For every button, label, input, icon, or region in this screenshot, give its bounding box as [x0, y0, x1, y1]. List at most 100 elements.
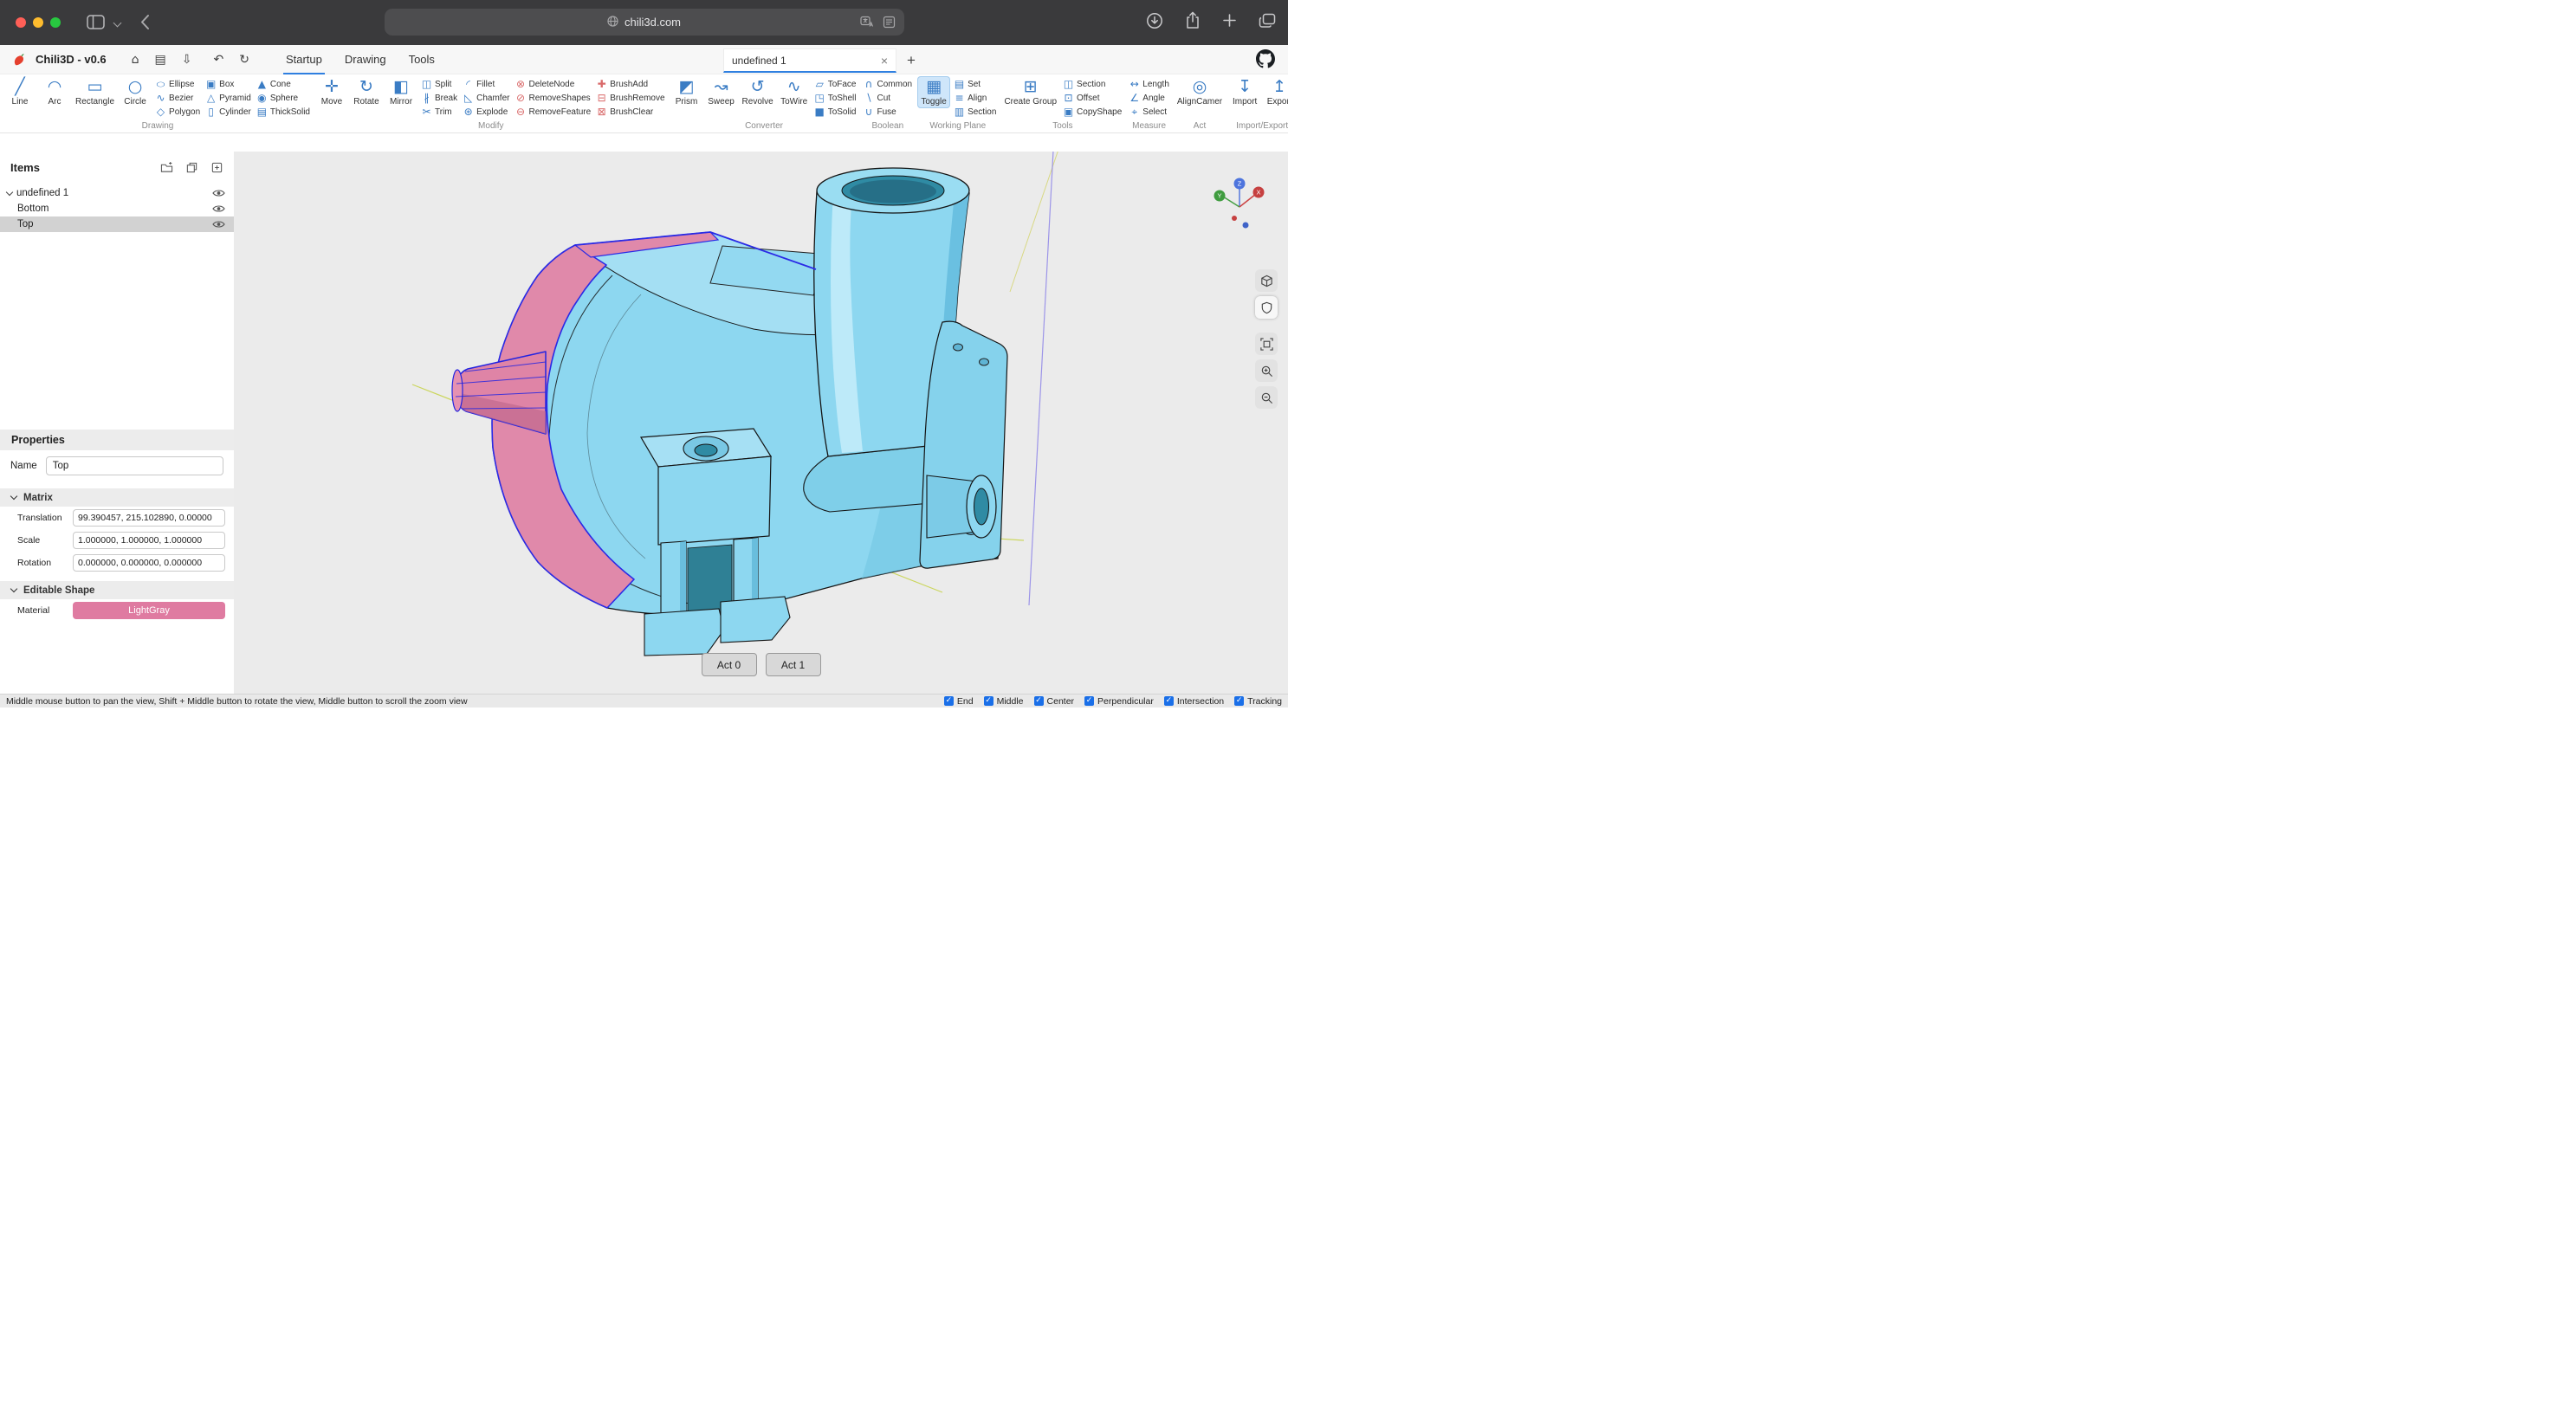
- snap-center[interactable]: ✓Center: [1034, 696, 1075, 707]
- github-icon[interactable]: [1256, 49, 1275, 68]
- new-tab-icon[interactable]: [1222, 13, 1237, 32]
- snap-middle[interactable]: ✓Middle: [984, 696, 1024, 707]
- eye-icon[interactable]: [212, 189, 225, 197]
- new-document-button[interactable]: +: [907, 49, 916, 72]
- ribbon-button-rotate[interactable]: ↻Rotate: [350, 76, 383, 108]
- eye-icon[interactable]: [212, 220, 225, 229]
- axis-neg-x[interactable]: [1232, 216, 1237, 221]
- zoom-button[interactable]: [50, 17, 61, 28]
- ribbon-button-align[interactable]: ≡Align: [952, 92, 998, 105]
- reader-icon[interactable]: [883, 16, 896, 31]
- ribbon-button-cylinder[interactable]: ▯Cylinder: [204, 106, 253, 119]
- ribbon-button-rectangle[interactable]: ▭Rectangle: [73, 76, 117, 108]
- property-input-rotation[interactable]: [73, 554, 225, 572]
- tree-item-bottom[interactable]: Bottom: [0, 201, 234, 216]
- ribbon-button-split[interactable]: ◫Split: [419, 78, 459, 91]
- ribbon-button-tosolid[interactable]: ■ToSolid: [812, 106, 858, 119]
- ribbon-button-removefeature[interactable]: ⊖RemoveFeature: [513, 106, 592, 119]
- model-boss-front[interactable]: [658, 456, 771, 545]
- checkbox-intersection[interactable]: ✓: [1164, 696, 1174, 706]
- ribbon-button-toggle[interactable]: ▦Toggle: [917, 76, 950, 108]
- minimize-button[interactable]: [33, 17, 43, 28]
- section-header-matrix[interactable]: Matrix: [0, 488, 234, 507]
- material-button[interactable]: LightGray: [73, 602, 225, 619]
- ribbon-button-removeshapes[interactable]: ⊘RemoveShapes: [513, 92, 592, 105]
- view-button-zoom-fit[interactable]: [1255, 333, 1278, 355]
- close-document-icon[interactable]: ×: [881, 55, 888, 67]
- chevron-down-icon[interactable]: [6, 188, 13, 195]
- save-icon[interactable]: ⇩: [182, 52, 192, 68]
- view-button-clip[interactable]: [1255, 296, 1278, 319]
- ribbon-button-deletenode[interactable]: ⊗DeleteNode: [513, 78, 592, 91]
- ribbon-button-fillet[interactable]: ◜Fillet: [461, 78, 511, 91]
- report-icon[interactable]: ▤: [155, 52, 166, 68]
- orientation-gizmo[interactable]: Z Y X: [1208, 172, 1269, 233]
- snap-perpendicular[interactable]: ✓Perpendicular: [1084, 696, 1154, 707]
- property-input-scale[interactable]: [73, 532, 225, 549]
- 3d-model-canvas[interactable]: [234, 152, 1288, 694]
- view-button-zoom-in[interactable]: [1255, 359, 1278, 382]
- redo-icon[interactable]: ↻: [239, 52, 249, 68]
- view-button-cube-view[interactable]: [1255, 269, 1278, 292]
- ribbon-button-revolve[interactable]: ↺Revolve: [740, 76, 776, 108]
- checkbox-end[interactable]: ✓: [944, 696, 954, 706]
- ribbon-button-toface[interactable]: ▱ToFace: [812, 78, 858, 91]
- home-icon[interactable]: ⌂: [132, 52, 139, 68]
- axis-neg-z[interactable]: [1243, 223, 1249, 229]
- name-input[interactable]: [46, 456, 223, 475]
- tab-startup[interactable]: Startup: [275, 45, 333, 74]
- ribbon-button-towire[interactable]: ∿ToWire: [778, 76, 811, 108]
- ribbon-button-ellipse[interactable]: ○Ellipse: [153, 78, 202, 91]
- ribbon-button-copyshape[interactable]: ▣CopyShape: [1061, 106, 1123, 119]
- ribbon-button-polygon[interactable]: ◇Polygon: [153, 106, 202, 119]
- ribbon-button-create-group[interactable]: ⊞Create Group: [1001, 76, 1059, 108]
- viewport-canvas[interactable]: Z Y X Act 0Act 1: [234, 152, 1288, 694]
- ribbon-button-section[interactable]: ▥Section: [952, 106, 998, 119]
- translate-icon[interactable]: [860, 15, 874, 31]
- ribbon-button-box[interactable]: ▣Box: [204, 78, 253, 91]
- ribbon-button-trim[interactable]: ✂Trim: [419, 106, 459, 119]
- snap-intersection[interactable]: ✓Intersection: [1164, 696, 1224, 707]
- checkbox-center[interactable]: ✓: [1034, 696, 1044, 706]
- add-icon[interactable]: [210, 161, 223, 174]
- ribbon-button-fuse[interactable]: ∪Fuse: [862, 106, 915, 119]
- ribbon-button-brushclear[interactable]: ⊠BrushClear: [594, 106, 666, 119]
- tree-item-top[interactable]: Top: [0, 216, 234, 232]
- ribbon-button-explode[interactable]: ⊛Explode: [461, 106, 511, 119]
- tab-drawing[interactable]: Drawing: [333, 45, 398, 74]
- ribbon-button-select[interactable]: ⌖Select: [1127, 106, 1171, 119]
- ribbon-button-sweep[interactable]: ↝Sweep: [705, 76, 738, 108]
- ribbon-button-offset[interactable]: ⊡Offset: [1061, 92, 1123, 105]
- ribbon-button-bezier[interactable]: ∿Bezier: [153, 92, 202, 105]
- ribbon-button-arc[interactable]: ◠Arc: [38, 76, 71, 108]
- ribbon-button-line[interactable]: ╱Line: [3, 76, 36, 108]
- ribbon-button-prism[interactable]: ◩Prism: [670, 76, 703, 108]
- ribbon-button-aligncamer[interactable]: ◎AlignCamer: [1175, 76, 1225, 108]
- chevron-down-icon[interactable]: [113, 19, 122, 28]
- ribbon-button-sphere[interactable]: ◉Sphere: [255, 92, 312, 105]
- act-button-act-0[interactable]: Act 0: [702, 653, 757, 676]
- address-bar[interactable]: chili3d.com: [385, 9, 904, 36]
- section-header-editable-shape[interactable]: Editable Shape: [0, 581, 234, 599]
- checkbox-middle[interactable]: ✓: [984, 696, 994, 706]
- ribbon-button-brushremove[interactable]: ⊟BrushRemove: [594, 92, 666, 105]
- downloads-icon[interactable]: [1146, 12, 1163, 34]
- ribbon-button-export[interactable]: ↥Export: [1263, 76, 1288, 108]
- checkbox-tracking[interactable]: ✓: [1234, 696, 1244, 706]
- document-tab[interactable]: undefined 1 ×: [723, 48, 896, 73]
- ribbon-button-circle[interactable]: ○Circle: [119, 76, 152, 108]
- ribbon-button-toshell[interactable]: ◳ToShell: [812, 92, 858, 105]
- view-button-zoom-out[interactable]: [1255, 386, 1278, 409]
- ribbon-button-pyramid[interactable]: △Pyramid: [204, 92, 253, 105]
- ribbon-button-section[interactable]: ◫Section: [1061, 78, 1123, 91]
- ribbon-button-import[interactable]: ↧Import: [1228, 76, 1261, 108]
- ribbon-button-brushadd[interactable]: ✚BrushAdd: [594, 78, 666, 91]
- ribbon-button-common[interactable]: ∩Common: [862, 78, 915, 91]
- checkbox-perpendicular[interactable]: ✓: [1084, 696, 1094, 706]
- ribbon-button-cone[interactable]: ▲Cone: [255, 78, 312, 91]
- ribbon-button-move[interactable]: ✛Move: [315, 76, 348, 108]
- sidebar-icon[interactable]: [87, 15, 105, 29]
- tree-item-undefined-1[interactable]: undefined 1: [0, 185, 234, 201]
- close-button[interactable]: [16, 17, 26, 28]
- ribbon-button-cut[interactable]: ∖Cut: [862, 92, 915, 105]
